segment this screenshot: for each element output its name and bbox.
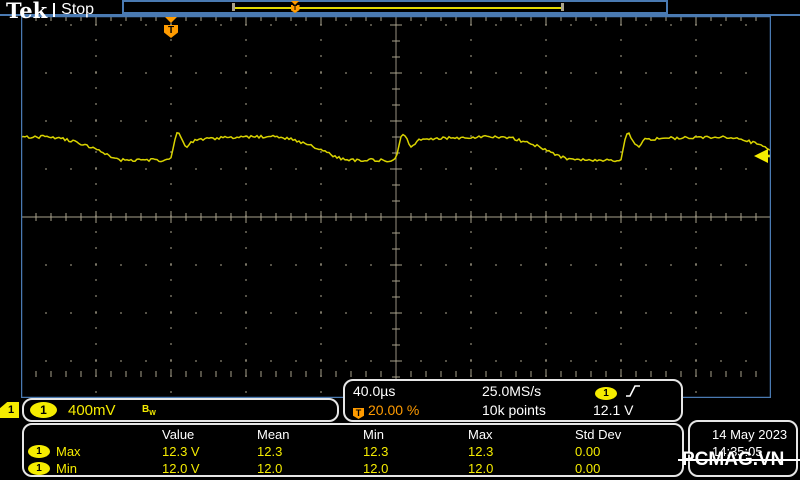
record-view-bar: T [122, 0, 668, 14]
channel1-position-marker: 1 [0, 402, 19, 418]
date-text: 14 May 2023 [712, 427, 788, 442]
vertical-scale: 400mV [68, 402, 116, 419]
watermark-line [678, 459, 800, 461]
horizontal-readout-box: 40.0µs T 20.00 % 25.0MS/s 10k points 1 12… [343, 379, 683, 422]
trigger-position-readout: T 20.00 % [353, 402, 419, 419]
channel-badge: 1 [28, 462, 50, 475]
tek-logo: Tek [6, 0, 48, 23]
channel-badge: 1 [28, 445, 50, 458]
channel-readout-box: 1 400mV BW [22, 398, 339, 422]
window-bracket-left [232, 3, 235, 11]
meas-mean: 12.3 [257, 444, 283, 459]
meas-max: 12.3 [468, 444, 494, 459]
col-header-max: Max [468, 427, 493, 442]
trigger-source-readout: 1 [595, 383, 641, 400]
trigger-position-percent: 20.00 % [368, 402, 420, 418]
rising-edge-icon [626, 385, 640, 397]
measurements-header-row: Value Mean Min Max Std Dev [24, 427, 682, 443]
meas-stddev: 0.00 [575, 444, 601, 459]
graticule [21, 16, 771, 398]
col-header-min: Min [363, 427, 384, 442]
trigger-t-icon: T [290, 5, 300, 13]
measurement-row-max: 1 Max 12.3 V 12.3 12.3 12.3 0.00 [24, 444, 682, 460]
trigger-position-flag: T [163, 17, 179, 38]
col-header-stddev: Std Dev [575, 427, 622, 442]
record-waveform-line [234, 6, 562, 9]
meas-max: 12.0 [468, 461, 494, 476]
trigger-level-arrow-icon [754, 149, 771, 163]
logo-separator [53, 3, 56, 17]
meas-min: 12.0 [363, 461, 389, 476]
channel-badge: 1 [30, 402, 57, 418]
bandwidth-limit-indicator: BW [142, 404, 156, 417]
grid-dots [21, 16, 771, 398]
acquisition-status: Stop [61, 1, 95, 18]
sample-rate: 25.0MS/s [482, 383, 542, 399]
measurement-row-min: 1 Min 12.0 V 12.0 12.0 12.0 0.00 [24, 461, 682, 477]
meas-min: 12.3 [363, 444, 389, 459]
meas-mean: 12.0 [257, 461, 283, 476]
meas-stddev: 0.00 [575, 461, 601, 476]
trigger-t-icon: T [353, 408, 364, 419]
col-header-value: Value [162, 427, 195, 442]
window-bracket-right [561, 3, 564, 11]
meas-value: 12.3 V [162, 444, 200, 459]
header: Tek Stop [6, 0, 95, 23]
bandwidth-sub: W [149, 410, 156, 417]
record-trigger-marker-icon: T [290, 1, 300, 13]
oscilloscope-screen: Tek Stop T T 1 1 400mV BW 40.0µs T 20.00… [0, 0, 800, 480]
trigger-arrow-icon [291, 1, 299, 5]
record-length: 10k points [482, 402, 546, 418]
trigger-source-badge: 1 [595, 387, 617, 400]
horizontal-scale: 40.0µs [353, 383, 396, 399]
trigger-level: 12.1 V [593, 402, 634, 418]
meas-value: 12.0 V [162, 461, 200, 476]
measurement-name: Max [56, 444, 81, 459]
measurements-table: Value Mean Min Max Std Dev 1 Max 12.3 V … [22, 423, 684, 477]
measurement-name: Min [56, 461, 77, 476]
trigger-flag-icon: T [164, 25, 178, 38]
trigger-position-arrow-icon [165, 17, 177, 23]
watermark: PCMAG.VN [678, 449, 800, 471]
col-header-mean: Mean [257, 427, 290, 442]
